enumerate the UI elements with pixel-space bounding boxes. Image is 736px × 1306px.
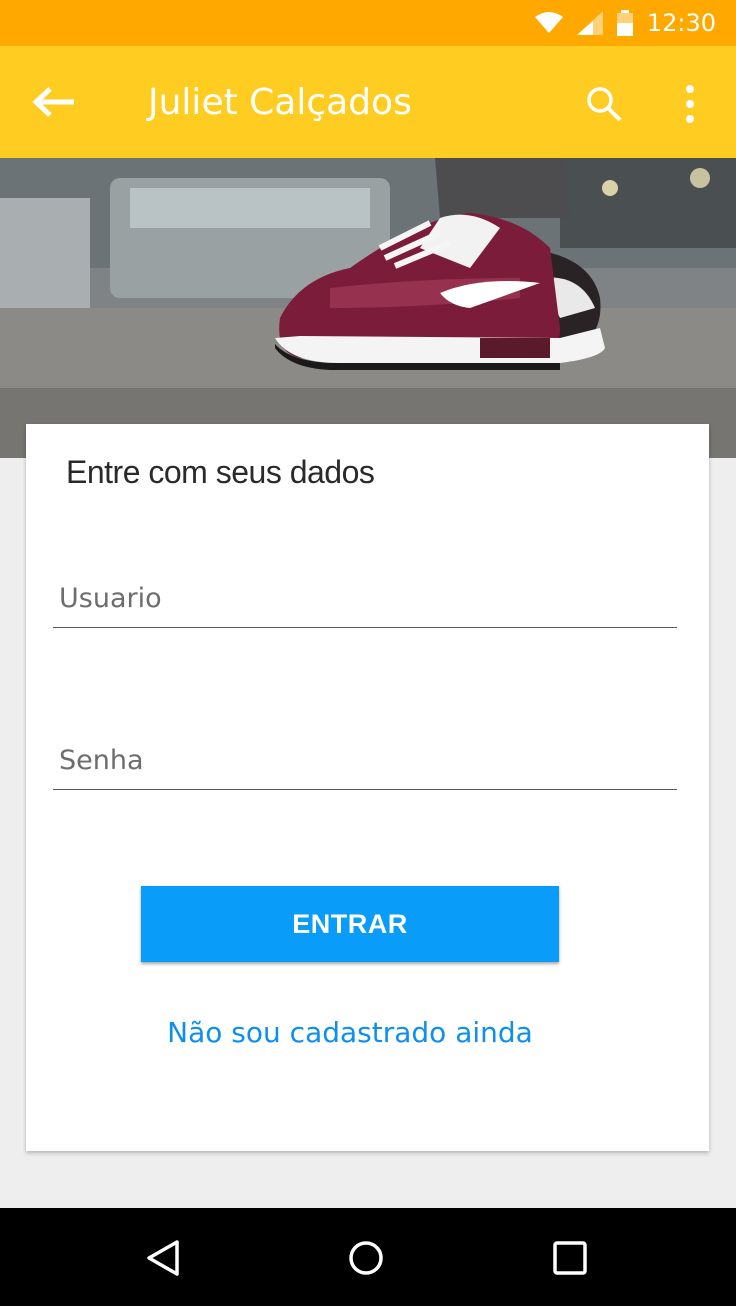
username-input[interactable] <box>57 582 671 615</box>
search-icon[interactable] <box>584 84 624 124</box>
more-vert-icon[interactable] <box>676 84 704 124</box>
enter-button[interactable]: ENTRAR <box>141 886 559 962</box>
status-time: 12:30 <box>646 9 716 37</box>
battery-icon <box>616 10 633 36</box>
system-nav-bar <box>0 1208 736 1306</box>
status-icons: 12:30 <box>534 0 716 46</box>
status-bar: 12:30 <box>0 0 736 46</box>
wifi-icon <box>534 12 563 33</box>
password-input[interactable] <box>57 744 671 777</box>
arrow-back-icon[interactable] <box>30 84 78 120</box>
cell-signal-icon <box>576 11 603 35</box>
app-bar: Juliet Calçados <box>0 46 736 158</box>
nav-home-icon[interactable] <box>346 1238 386 1278</box>
login-card: Entre com seus dados ENTRAR Não sou cada… <box>26 424 709 1151</box>
password-field-container <box>53 729 677 790</box>
nav-back-icon[interactable] <box>143 1238 183 1278</box>
register-link[interactable]: Não sou cadastrado ainda <box>26 1016 674 1049</box>
sneaker-image <box>0 158 736 458</box>
username-field-container <box>53 567 677 628</box>
nav-recent-apps-icon[interactable] <box>550 1238 590 1278</box>
hero-image <box>0 158 736 458</box>
app-title: Juliet Calçados <box>148 82 412 123</box>
card-title: Entre com seus dados <box>66 454 375 490</box>
